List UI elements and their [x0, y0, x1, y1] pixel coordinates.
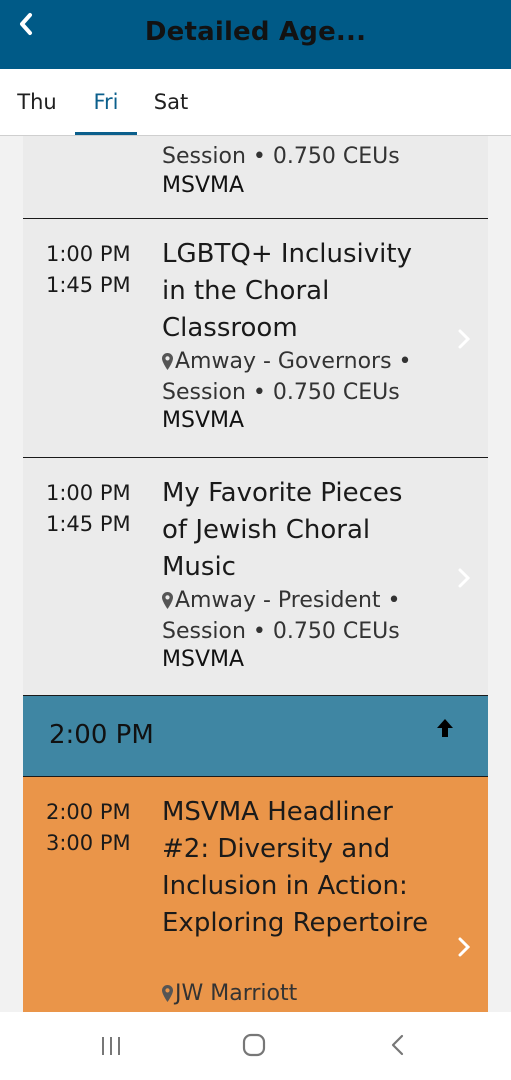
- session-org: MSVMA: [162, 408, 245, 433]
- map-pin-icon: [162, 985, 173, 1002]
- session-location: Amway - President •: [175, 588, 401, 613]
- session-location-line: Amway - President •: [162, 585, 462, 616]
- session-times: 2:00 PM 3:00 PM: [46, 797, 131, 859]
- session-times: 1:00 PM 1:45 PM: [46, 239, 131, 301]
- page-title: Detailed Age...: [144, 17, 367, 47]
- map-pin-icon: [162, 592, 173, 609]
- session-times: 1:00 PM 1:45 PM: [46, 478, 131, 540]
- tab-sat[interactable]: Sat: [141, 69, 201, 135]
- chevron-right-icon: [458, 568, 470, 588]
- session-title: LGBTQ+ Inclusivity in the Choral Classro…: [162, 239, 412, 343]
- tab-fri[interactable]: Fri: [75, 69, 137, 135]
- session-meta: Session • 0.750 CEUs: [162, 619, 400, 644]
- session-end-time: 1:45 PM: [46, 512, 131, 536]
- chevron-right-icon: [458, 329, 470, 349]
- session-start-time: 1:00 PM: [46, 481, 131, 505]
- session-location: Amway - Governors •: [175, 349, 412, 374]
- recent-apps-icon[interactable]: [100, 1036, 122, 1056]
- session-location: JW Marriott: [175, 981, 298, 1006]
- map-pin-icon: [162, 353, 173, 370]
- session-location-line: Amway - Governors •: [162, 346, 462, 377]
- session-start-time: 1:00 PM: [46, 242, 131, 266]
- session-card-highlighted[interactable]: 2:00 PM 3:00 PM MSVMA Headliner #2: Dive…: [23, 777, 488, 1012]
- session-title: MSVMA Headliner #2: Diversity and Inclus…: [162, 797, 429, 938]
- hour-label: 2:00 PM: [49, 720, 154, 750]
- session-card[interactable]: 1:00 PM 1:45 PM My Favorite Pieces of Je…: [23, 458, 488, 696]
- session-end-time: 1:45 PM: [46, 273, 131, 297]
- back-icon[interactable]: [390, 1034, 404, 1056]
- agenda-list[interactable]: Session • 0.750 CEUs MSVMA 1:00 PM 1:45 …: [0, 136, 511, 1012]
- chevron-right-icon: [458, 937, 470, 957]
- day-tabs: Thu Fri Sat: [0, 69, 511, 136]
- hour-header: 2:00 PM: [23, 696, 488, 777]
- system-nav-bar: [0, 1012, 511, 1080]
- session-card[interactable]: Session • 0.750 CEUs MSVMA: [23, 136, 488, 219]
- session-start-time: 2:00 PM: [46, 800, 131, 824]
- arrow-up-icon[interactable]: [436, 718, 454, 738]
- session-org: MSVMA: [162, 173, 245, 198]
- session-end-time: 3:00 PM: [46, 831, 131, 855]
- app-header: Detailed Age...: [0, 0, 511, 69]
- session-meta: Session • 0.750 CEUs: [162, 380, 400, 405]
- session-card[interactable]: 1:00 PM 1:45 PM LGBTQ+ Inclusivity in th…: [23, 219, 488, 458]
- home-icon[interactable]: [242, 1033, 266, 1057]
- session-org: MSVMA: [162, 647, 245, 672]
- session-meta: Session • 0.750 CEUs: [162, 144, 400, 169]
- tab-thu[interactable]: Thu: [5, 69, 69, 135]
- session-location-line: JW Marriott: [162, 978, 462, 1009]
- session-title: My Favorite Pieces of Jewish Choral Musi…: [162, 478, 403, 582]
